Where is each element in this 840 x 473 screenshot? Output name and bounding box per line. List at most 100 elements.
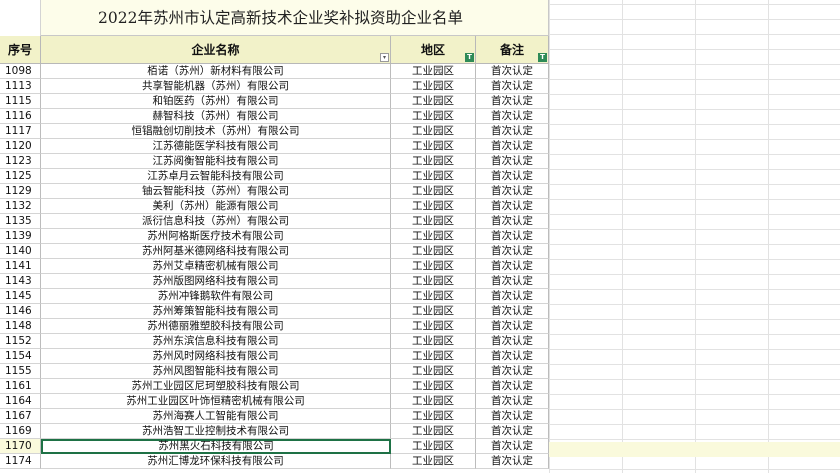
- area-cell[interactable]: 工业园区: [391, 289, 476, 304]
- row-number-cell[interactable]: 1161: [0, 379, 41, 394]
- area-cell[interactable]: 工业园区: [391, 229, 476, 244]
- company-name-cell[interactable]: 苏州风图智能科技有限公司: [41, 364, 391, 379]
- company-name-cell[interactable]: 江苏卓月云智能科技有限公司: [41, 169, 391, 184]
- row-number-cell[interactable]: 1146: [0, 304, 41, 319]
- table-row[interactable]: 1167 苏州海赛人工智能有限公司 工业园区 首次认定: [0, 409, 549, 424]
- table-row[interactable]: 1155 苏州风图智能科技有限公司 工业园区 首次认定: [0, 364, 549, 379]
- table-row[interactable]: 1170 苏州黑火石科技有限公司 工业园区 首次认定: [0, 439, 549, 454]
- note-cell[interactable]: 首次认定: [476, 394, 549, 409]
- row-number-cell[interactable]: 1169: [0, 424, 41, 439]
- note-cell[interactable]: 首次认定: [476, 274, 549, 289]
- table-row[interactable]: 1146 苏州筹策智能科技有限公司 工业园区 首次认定: [0, 304, 549, 319]
- note-cell[interactable]: 首次认定: [476, 304, 549, 319]
- area-cell[interactable]: 工业园区: [391, 199, 476, 214]
- company-name-cell[interactable]: 苏州黑火石科技有限公司: [41, 439, 391, 454]
- table-row[interactable]: 1115 和铂医药（苏州）有限公司 工业园区 首次认定: [0, 94, 549, 109]
- company-name-cell[interactable]: 赫智科技（苏州）有限公司: [41, 109, 391, 124]
- area-cell[interactable]: 工业园区: [391, 409, 476, 424]
- table-row[interactable]: 1154 苏州风时网络科技有限公司 工业园区 首次认定: [0, 349, 549, 364]
- company-name-cell[interactable]: 恒锠融创切削技术（苏州）有限公司: [41, 124, 391, 139]
- company-name-cell[interactable]: 苏州冲锋鹅软件有限公司: [41, 289, 391, 304]
- row-number-cell[interactable]: 1129: [0, 184, 41, 199]
- note-cell[interactable]: 首次认定: [476, 289, 549, 304]
- table-row[interactable]: 1174 苏州汇博龙环保科技有限公司 工业园区 首次认定: [0, 454, 549, 469]
- note-cell[interactable]: 首次认定: [476, 184, 549, 199]
- table-row[interactable]: 1141 苏州艾卓精密机械有限公司 工业园区 首次认定: [0, 259, 549, 274]
- area-cell[interactable]: 工业园区: [391, 184, 476, 199]
- note-cell[interactable]: 首次认定: [476, 109, 549, 124]
- area-cell[interactable]: 工业园区: [391, 274, 476, 289]
- note-cell[interactable]: 首次认定: [476, 364, 549, 379]
- area-cell[interactable]: 工业园区: [391, 64, 476, 79]
- area-cell[interactable]: 工业园区: [391, 334, 476, 349]
- area-cell[interactable]: 工业园区: [391, 259, 476, 274]
- row-number-cell[interactable]: 1143: [0, 274, 41, 289]
- company-name-cell[interactable]: 苏州海赛人工智能有限公司: [41, 409, 391, 424]
- table-row[interactable]: 1164 苏州工业园区叶饰恒精密机械有限公司 工业园区 首次认定: [0, 394, 549, 409]
- note-cell[interactable]: 首次认定: [476, 439, 549, 454]
- header-num[interactable]: 序号: [0, 36, 41, 64]
- row-number-cell[interactable]: 1123: [0, 154, 41, 169]
- filter-dropdown-icon[interactable]: ▾: [380, 53, 389, 62]
- row-number-cell[interactable]: 1115: [0, 94, 41, 109]
- row-number-cell[interactable]: 1148: [0, 319, 41, 334]
- company-name-cell[interactable]: 苏州版图网络科技有限公司: [41, 274, 391, 289]
- note-cell[interactable]: 首次认定: [476, 139, 549, 154]
- note-cell[interactable]: 首次认定: [476, 409, 549, 424]
- note-cell[interactable]: 首次认定: [476, 124, 549, 139]
- table-row[interactable]: 1152 苏州东滨信息科技有限公司 工业园区 首次认定: [0, 334, 549, 349]
- area-cell[interactable]: 工业园区: [391, 169, 476, 184]
- note-cell[interactable]: 首次认定: [476, 454, 549, 469]
- area-cell[interactable]: 工业园区: [391, 79, 476, 94]
- company-name-cell[interactable]: 江苏德能医学科技有限公司: [41, 139, 391, 154]
- area-cell[interactable]: 工业园区: [391, 424, 476, 439]
- table-row[interactable]: 1148 苏州德丽雅塑胶科技有限公司 工业园区 首次认定: [0, 319, 549, 334]
- table-row[interactable]: 1161 苏州工业园区尼珂塑胶科技有限公司 工业园区 首次认定: [0, 379, 549, 394]
- note-cell[interactable]: 首次认定: [476, 154, 549, 169]
- area-cell[interactable]: 工业园区: [391, 394, 476, 409]
- area-cell[interactable]: 工业园区: [391, 94, 476, 109]
- note-cell[interactable]: 首次认定: [476, 319, 549, 334]
- area-cell[interactable]: 工业园区: [391, 304, 476, 319]
- table-row[interactable]: 1117 恒锠融创切削技术（苏州）有限公司 工业园区 首次认定: [0, 124, 549, 139]
- row-number-cell[interactable]: 1098: [0, 64, 41, 79]
- title-row-num-cell[interactable]: [0, 0, 41, 36]
- row-number-cell[interactable]: 1141: [0, 259, 41, 274]
- table-row[interactable]: 1143 苏州版图网络科技有限公司 工业园区 首次认定: [0, 274, 549, 289]
- row-number-cell[interactable]: 1117: [0, 124, 41, 139]
- header-note[interactable]: 备注 T: [476, 36, 549, 64]
- table-row[interactable]: 1145 苏州冲锋鹅软件有限公司 工业园区 首次认定: [0, 289, 549, 304]
- area-cell[interactable]: 工业园区: [391, 364, 476, 379]
- note-cell[interactable]: 首次认定: [476, 424, 549, 439]
- row-number-cell[interactable]: 1145: [0, 289, 41, 304]
- company-name-cell[interactable]: 苏州筹策智能科技有限公司: [41, 304, 391, 319]
- note-cell[interactable]: 首次认定: [476, 199, 549, 214]
- note-cell[interactable]: 首次认定: [476, 244, 549, 259]
- area-cell[interactable]: 工业园区: [391, 439, 476, 454]
- row-number-cell[interactable]: 1120: [0, 139, 41, 154]
- filter-active-icon[interactable]: T: [465, 53, 474, 62]
- table-row[interactable]: 1125 江苏卓月云智能科技有限公司 工业园区 首次认定: [0, 169, 549, 184]
- row-number-cell[interactable]: 1113: [0, 79, 41, 94]
- table-row[interactable]: 1169 苏州浩智工业控制技术有限公司 工业园区 首次认定: [0, 424, 549, 439]
- row-number-cell[interactable]: 1164: [0, 394, 41, 409]
- table-row[interactable]: 1116 赫智科技（苏州）有限公司 工业园区 首次认定: [0, 109, 549, 124]
- area-cell[interactable]: 工业园区: [391, 379, 476, 394]
- row-number-cell[interactable]: 1167: [0, 409, 41, 424]
- company-name-cell[interactable]: 苏州阿基米德网络科技有限公司: [41, 244, 391, 259]
- table-row[interactable]: 1123 江苏阅衡智能科技有限公司 工业园区 首次认定: [0, 154, 549, 169]
- company-name-cell[interactable]: 苏州工业园区叶饰恒精密机械有限公司: [41, 394, 391, 409]
- table-row[interactable]: 1120 江苏德能医学科技有限公司 工业园区 首次认定: [0, 139, 549, 154]
- empty-grid-area[interactable]: [549, 0, 840, 473]
- note-cell[interactable]: 首次认定: [476, 229, 549, 244]
- table-row[interactable]: 1132 美利（苏州）能源有限公司 工业园区 首次认定: [0, 199, 549, 214]
- company-name-cell[interactable]: 江苏阅衡智能科技有限公司: [41, 154, 391, 169]
- table-row[interactable]: 1129 铀云智能科技（苏州）有限公司 工业园区 首次认定: [0, 184, 549, 199]
- area-cell[interactable]: 工业园区: [391, 349, 476, 364]
- row-number-cell[interactable]: 1174: [0, 454, 41, 469]
- row-number-cell[interactable]: 1135: [0, 214, 41, 229]
- company-name-cell[interactable]: 苏州阿格斯医疗技术有限公司: [41, 229, 391, 244]
- table-row[interactable]: 1113 共享智能机器（苏州）有限公司 工业园区 首次认定: [0, 79, 549, 94]
- company-name-cell[interactable]: 栢诺（苏州）新材料有限公司: [41, 64, 391, 79]
- company-name-cell[interactable]: 苏州工业园区尼珂塑胶科技有限公司: [41, 379, 391, 394]
